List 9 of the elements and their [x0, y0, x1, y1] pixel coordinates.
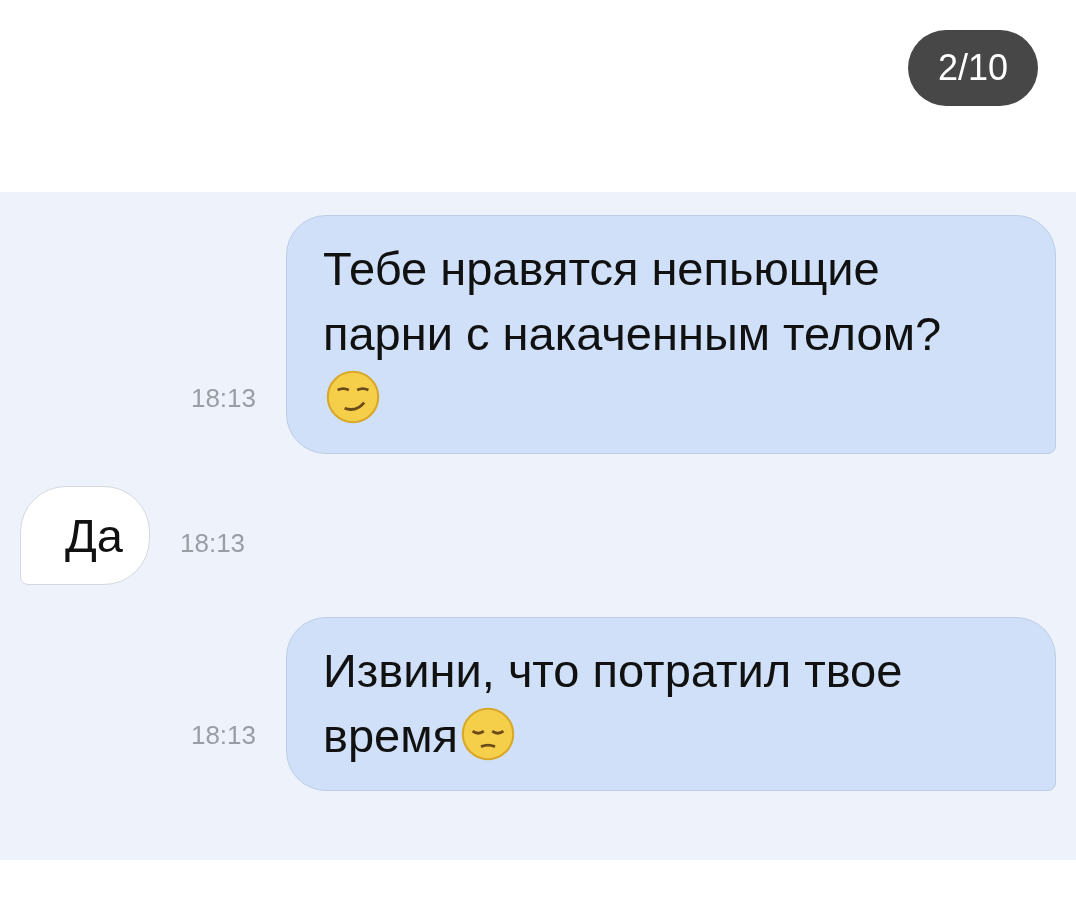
message-time: 18:13 [190, 720, 256, 752]
outgoing-message: Извини, что потратил твое время [286, 617, 1056, 791]
pensive-face-icon [460, 706, 516, 762]
smirking-face-icon [325, 369, 381, 425]
message-time: 18:13 [180, 528, 246, 560]
incoming-message: Да [20, 486, 150, 585]
message-time: 18:13 [190, 383, 256, 415]
outgoing-message: Тебе нравятся непьющие парни с накаченным телом? [286, 215, 1056, 454]
page-counter: 2/10 [907, 30, 1038, 106]
